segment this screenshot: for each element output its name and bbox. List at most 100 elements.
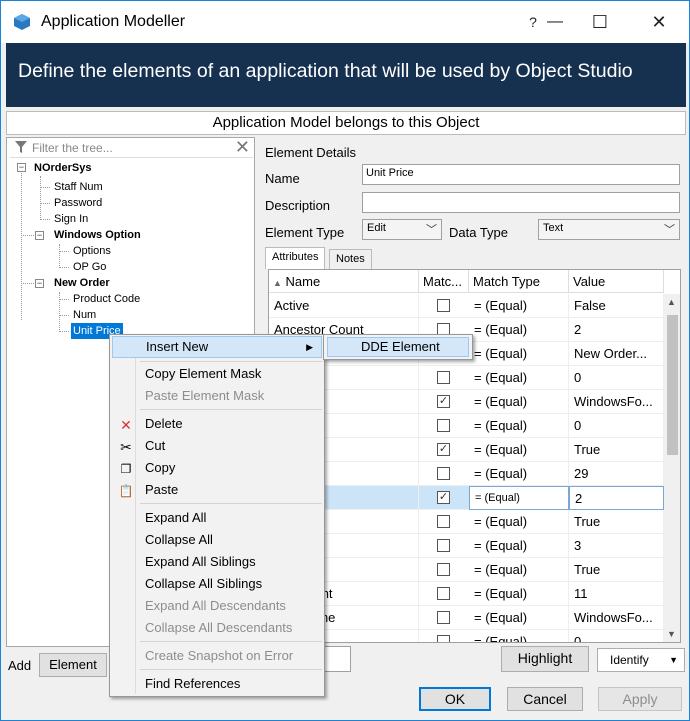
table-row[interactable]: me✓= (Equal)WindowsFo... [269,390,664,414]
cell-match-type[interactable]: = (Equal) [469,486,569,510]
ok-button[interactable]: OK [419,687,491,711]
table-row[interactable]: ontrol ID= (Equal)0 [269,630,664,642]
match-checkbox[interactable]: ✓ [437,443,450,456]
table-row[interactable]: Active = (Equal) False [269,294,664,318]
cell-value[interactable]: 29 [569,462,664,486]
match-checkbox[interactable] [437,635,450,642]
cell-value[interactable]: 0 [569,366,664,390]
cell-value[interactable]: WindowsFo... [569,390,664,414]
cell-value[interactable]: New Order... [569,342,664,366]
menu-item-dde-element[interactable]: DDE Element [327,337,469,357]
menu-item-insert-new[interactable]: Insert New ▶ [112,336,322,358]
clear-filter-icon[interactable]: ✕ [235,137,250,158]
menu-item-collapse-all-descendants[interactable]: Collapse All Descendants [112,617,322,639]
match-checkbox[interactable]: ✓ [437,491,450,504]
table-row[interactable]: D= (Equal)0 [269,414,664,438]
tree-node[interactable]: Product Code [73,291,140,307]
match-checkbox[interactable] [437,563,450,576]
tree-node-windows-option[interactable]: Windows Option [54,227,141,243]
menu-item-collapse-all[interactable]: Collapse All [112,529,322,551]
name-field[interactable]: Unit Price [362,164,680,185]
cell-value[interactable]: True [569,510,664,534]
table-row[interactable]: = (Equal) 29 [269,462,664,486]
cell-value[interactable]: False [569,294,664,318]
menu-item-expand-all[interactable]: Expand All [112,507,322,529]
tree-node-root[interactable]: NOrderSys [34,160,91,176]
menu-item-expand-all-descendants[interactable]: Expand All Descendants [112,595,322,617]
table-row[interactable]: ctive= (Equal)True [269,558,664,582]
identify-button[interactable]: Identify ▼ [597,648,685,672]
cell-match-type[interactable]: = (Equal) [469,294,569,318]
table-row[interactable]: = (Equal) 3 [269,534,664,558]
column-header-name[interactable]: ▲ Name [269,270,419,293]
collapse-icon[interactable]: − [35,231,44,240]
menu-item-delete[interactable]: ✕ Delete [112,413,322,435]
menu-item-cut[interactable]: ✂ Cut [112,435,322,457]
menu-item-copy[interactable]: ❐ Copy [112,457,322,479]
tree-node-new-order[interactable]: New Order [54,275,110,291]
add-element-button[interactable]: Element [39,653,107,677]
cell-match-type[interactable]: = (Equal) [469,318,569,342]
menu-item-paste[interactable]: 📋 Paste [112,479,322,501]
data-type-select[interactable]: Text ﹀ [538,219,680,240]
cell-match-type[interactable]: = (Equal) [469,342,569,366]
match-checkbox[interactable] [437,371,450,384]
menu-item-expand-all-siblings[interactable]: Expand All Siblings [112,551,322,573]
cell-match-type[interactable]: = (Equal) [469,438,569,462]
table-row[interactable]: ✓ = (Equal) True [269,438,664,462]
scroll-up-icon[interactable]: ▲ [667,297,676,307]
menu-item-collapse-all-siblings[interactable]: Collapse All Siblings [112,573,322,595]
cell-match-type[interactable]: = (Equal) [469,366,569,390]
minimize-button[interactable]: — [537,7,573,37]
table-row[interactable]: ndex✓= (Equal)2 [269,486,664,510]
tab-attributes[interactable]: Attributes [265,247,326,269]
cell-value[interactable]: True [569,438,664,462]
column-header-value[interactable]: Value [569,270,664,293]
cell-match-type[interactable]: = (Equal) [469,462,569,486]
column-header-match-type[interactable]: Match Type [469,270,569,293]
menu-item-copy-element-mask[interactable]: Copy Element Mask [112,363,322,385]
cell-match-type[interactable]: = (Equal) [469,510,569,534]
table-row[interactable]: unt= (Equal)0 [269,366,664,390]
cell-match-type[interactable]: = (Equal) [469,582,569,606]
apply-button[interactable]: Apply [598,687,682,711]
cell-value[interactable]: 0 [569,414,664,438]
cell-value[interactable]: WindowsFo... [569,606,664,630]
menu-item-create-snapshot[interactable]: Create Snapshot on Error [112,645,322,667]
match-checkbox[interactable] [437,515,450,528]
close-button[interactable]: ✕ [641,7,677,37]
cell-value[interactable]: 2 [569,318,664,342]
match-checkbox[interactable]: ✓ [437,395,450,408]
cell-match-type[interactable]: = (Equal) [469,558,569,582]
cell-match-type[interactable]: = (Equal) [469,414,569,438]
tree-node[interactable]: Sign In [54,211,88,227]
cell-value[interactable]: True [569,558,664,582]
tree-node[interactable]: Options [73,243,111,259]
table-row[interactable]: hild Count= (Equal)11 [269,582,664,606]
match-checkbox[interactable] [437,587,450,600]
cell-match-type[interactable]: = (Equal) [469,534,569,558]
grid-scrollbar[interactable]: ▲ ▼ [664,294,680,642]
collapse-icon[interactable]: − [17,163,26,172]
cell-match-type[interactable]: = (Equal) [469,390,569,414]
match-checkbox[interactable] [437,539,450,552]
table-row[interactable]: everse= (Equal)True [269,510,664,534]
tree-filter-input[interactable]: Filter the tree... ✕ [10,137,253,158]
match-checkbox[interactable] [437,299,450,312]
maximize-button[interactable]: ☐ [582,7,618,37]
highlight-button[interactable]: Highlight [501,646,589,672]
tree-node[interactable]: Num [73,307,96,323]
table-row[interactable]: lass Name= (Equal)WindowsFo... [269,606,664,630]
cell-value[interactable]: 2 [569,486,664,510]
tree-node[interactable]: Staff Num [54,179,103,195]
description-field[interactable] [362,192,680,213]
tree-node[interactable]: OP Go [73,259,106,275]
menu-item-paste-element-mask[interactable]: Paste Element Mask [112,385,322,407]
element-type-select[interactable]: Edit ﹀ [362,219,442,240]
menu-item-find-references[interactable]: Find References [112,673,322,695]
match-checkbox[interactable] [437,611,450,624]
match-checkbox[interactable] [437,419,450,432]
match-checkbox[interactable] [437,467,450,480]
scroll-down-icon[interactable]: ▼ [667,629,676,639]
cell-match-type[interactable]: = (Equal) [469,630,569,642]
